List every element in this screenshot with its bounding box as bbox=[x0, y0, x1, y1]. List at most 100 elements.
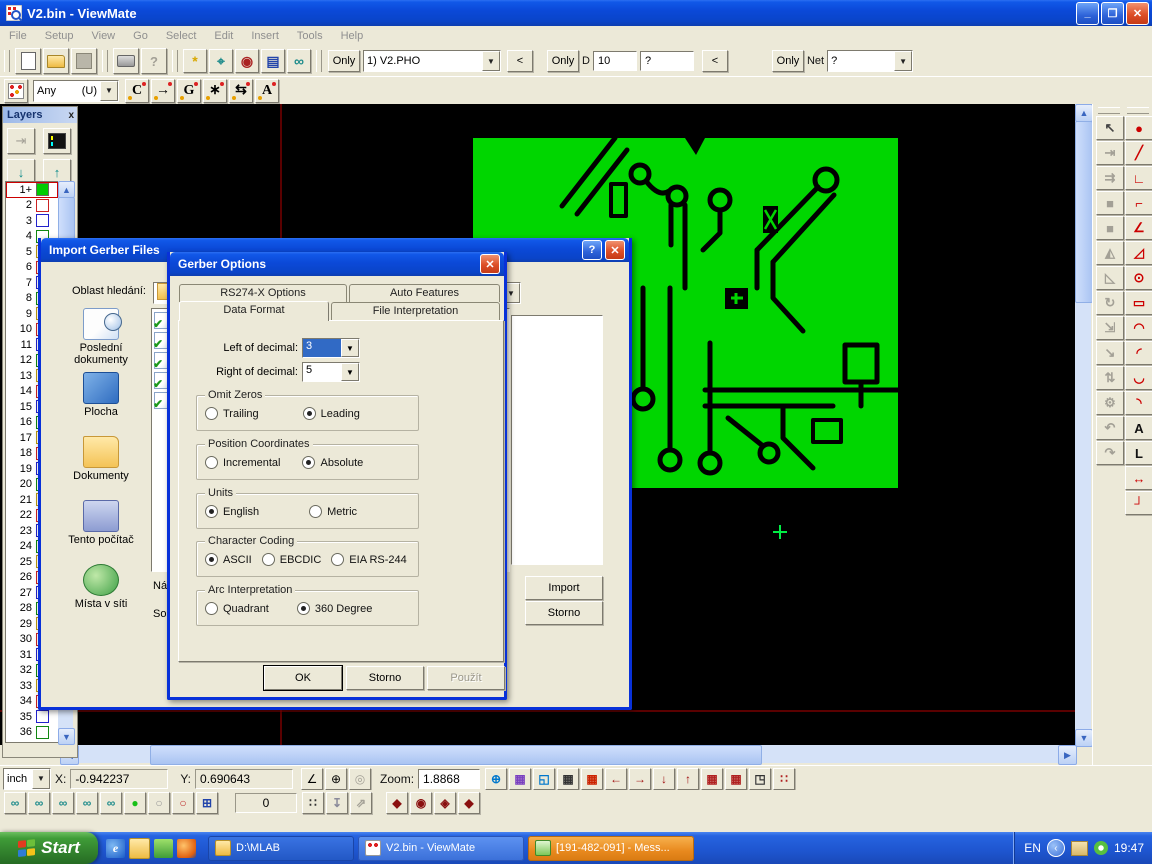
grid-red-icon[interactable]: ▦ bbox=[581, 768, 603, 790]
layer-row[interactable]: 3 bbox=[6, 213, 58, 229]
grid-move-icon[interactable]: ▦ bbox=[725, 768, 747, 790]
pattern-dot-icon[interactable]: ◉ bbox=[410, 792, 432, 814]
dialog-titlebar[interactable]: Gerber Options ✕ bbox=[170, 252, 504, 276]
draw-arc-cw-tool[interactable]: ◡ bbox=[1125, 366, 1152, 390]
draw-arc-ccw-tool[interactable]: ◜ bbox=[1125, 341, 1152, 365]
only-net-button[interactable]: Only bbox=[772, 50, 804, 72]
zoom-input[interactable]: 1.8868 bbox=[418, 769, 480, 789]
place-recent-documents[interactable]: Poslední dokumenty bbox=[55, 308, 147, 366]
close-button[interactable]: ✕ bbox=[1126, 2, 1149, 25]
save-file-button[interactable] bbox=[71, 48, 97, 74]
pan-down-icon[interactable]: ↓ bbox=[653, 768, 675, 790]
dcode-search-input[interactable]: ? bbox=[640, 51, 694, 71]
draw-arc-tool[interactable]: ◠ bbox=[1125, 316, 1152, 340]
hide-tray-icons-icon[interactable]: ‹ bbox=[1047, 839, 1065, 857]
layer-insert-button[interactable]: ⇥ bbox=[7, 128, 35, 154]
canvas-vscrollbar[interactable]: ▲ ▼ bbox=[1075, 104, 1091, 745]
stretch-icon[interactable]: ⇗ bbox=[350, 792, 372, 814]
close-icon[interactable]: ✕ bbox=[480, 254, 500, 274]
copy-items-tool[interactable]: ⇉ bbox=[1096, 166, 1124, 190]
taskbar-task-folder[interactable]: D:\MLAB bbox=[208, 836, 354, 861]
radio-option[interactable]: Metric bbox=[309, 505, 357, 518]
chevron-down-icon[interactable]: ▼ bbox=[341, 339, 359, 357]
select-arrow-tool[interactable]: ↖ bbox=[1096, 116, 1124, 140]
layer-color-swatch[interactable] bbox=[36, 726, 49, 739]
layer-color-swatch[interactable] bbox=[36, 710, 49, 723]
menu-item[interactable]: Tools bbox=[288, 28, 332, 44]
right-of-decimal-combobox[interactable]: 5 ▼ bbox=[302, 362, 360, 382]
net-combobox[interactable]: ?▼ bbox=[827, 50, 913, 72]
close-icon[interactable]: x bbox=[68, 110, 74, 121]
radio-icon[interactable] bbox=[205, 505, 218, 518]
radio-icon[interactable] bbox=[205, 456, 218, 469]
restore-button[interactable]: ❐ bbox=[1101, 2, 1124, 25]
place-network[interactable]: Místa v síti bbox=[55, 564, 147, 610]
radio-icon[interactable] bbox=[205, 407, 218, 420]
view-button[interactable]: ▤ bbox=[261, 49, 285, 73]
highlight-g-button[interactable]: G bbox=[177, 79, 201, 103]
layer-row[interactable]: 35 bbox=[6, 709, 58, 725]
layers-panel-titlebar[interactable]: Layers x bbox=[3, 107, 77, 123]
import-button[interactable]: Import bbox=[525, 576, 603, 600]
view-button[interactable]: ⌖ bbox=[209, 49, 233, 73]
language-indicator[interactable]: EN bbox=[1024, 841, 1041, 855]
place-documents[interactable]: Dokumenty bbox=[55, 436, 147, 482]
shear-tool[interactable]: ◺ bbox=[1096, 266, 1124, 290]
bend-tool[interactable]: ┘ bbox=[1125, 491, 1152, 515]
dot-matrix-icon[interactable]: ∷ bbox=[302, 792, 324, 814]
taskbar-task-message[interactable]: [191-482-091] - Mess... bbox=[528, 836, 694, 861]
new-file-button[interactable] bbox=[15, 48, 41, 74]
menu-item[interactable]: Help bbox=[332, 28, 373, 44]
highlight-swap-button[interactable]: ⇆ bbox=[229, 79, 253, 103]
menu-item[interactable]: Edit bbox=[205, 28, 242, 44]
highlight-off-icon[interactable]: ○ bbox=[148, 792, 170, 814]
radio-icon[interactable] bbox=[302, 456, 315, 469]
folder-quicklaunch-icon[interactable] bbox=[129, 838, 150, 859]
filled-rect-tool[interactable]: ■ bbox=[1096, 191, 1124, 215]
zoom-window-icon[interactable]: ◱ bbox=[533, 768, 555, 790]
scroll-up-icon[interactable]: ▲ bbox=[1075, 104, 1093, 122]
width-tool[interactable]: ↔ bbox=[1125, 466, 1152, 490]
chevron-down-icon[interactable]: ▼ bbox=[32, 769, 50, 789]
cancel-button[interactable]: Storno bbox=[346, 666, 424, 690]
draw-polyline-tool[interactable]: ∟ bbox=[1125, 166, 1152, 190]
pan-right-icon[interactable]: → bbox=[629, 768, 651, 790]
radio-icon[interactable] bbox=[205, 602, 218, 615]
mirror-tool[interactable]: ◭ bbox=[1096, 241, 1124, 265]
pan-left-icon[interactable]: ← bbox=[605, 768, 627, 790]
angle-measure-button[interactable]: ∠ bbox=[301, 768, 323, 790]
chevron-down-icon[interactable]: ▼ bbox=[482, 51, 500, 71]
step-repeat-tool[interactable]: ⇅ bbox=[1096, 366, 1124, 390]
apply-button[interactable]: Použít bbox=[427, 666, 505, 690]
start-button[interactable]: Start bbox=[0, 832, 98, 864]
radio-option[interactable]: ASCII bbox=[205, 553, 252, 566]
layer-color-swatch[interactable] bbox=[36, 199, 49, 212]
scale-tool[interactable]: ⇲ bbox=[1096, 316, 1124, 340]
undo-tool[interactable]: ↶ bbox=[1096, 416, 1124, 440]
layer-combobox[interactable]: 1) V2.PHO▼ bbox=[363, 50, 501, 72]
select-window-icon[interactable]: ◳ bbox=[749, 768, 771, 790]
menu-item[interactable]: View bbox=[82, 28, 124, 44]
layer-color-swatch[interactable] bbox=[36, 183, 49, 196]
chevron-down-icon[interactable]: ▼ bbox=[894, 51, 912, 71]
view-option-icon-5[interactable]: ∞ bbox=[100, 792, 122, 814]
draw-arc-point-tool[interactable]: ◝ bbox=[1125, 391, 1152, 415]
tab-auto-features[interactable]: Auto Features bbox=[349, 284, 500, 302]
grid-square-icon[interactable]: ▦ bbox=[701, 768, 723, 790]
highlight-arrow-button[interactable]: → bbox=[151, 79, 175, 103]
rotate-tool[interactable]: ↻ bbox=[1096, 291, 1124, 315]
radio-option[interactable]: EBCDIC bbox=[262, 553, 322, 566]
scroll-down-icon[interactable]: ▼ bbox=[58, 728, 75, 745]
tray-notes-icon[interactable] bbox=[1071, 841, 1088, 856]
highlight-a-button[interactable]: A bbox=[255, 79, 279, 103]
context-help-button[interactable]: ? bbox=[141, 48, 167, 74]
transfer-item-tool[interactable]: ⇥ bbox=[1096, 141, 1124, 165]
scrollbar-thumb[interactable] bbox=[1075, 121, 1093, 303]
pick-tool[interactable]: ↷ bbox=[1096, 441, 1124, 465]
left-of-decimal-combobox[interactable]: 3 ▼ bbox=[302, 338, 360, 358]
previous-dcode-button[interactable]: < bbox=[702, 50, 728, 72]
layer-color-swatch[interactable] bbox=[36, 214, 49, 227]
menu-item[interactable]: Go bbox=[124, 28, 157, 44]
draw-corner-tool[interactable]: ⌐ bbox=[1125, 191, 1152, 215]
menu-item[interactable]: Insert bbox=[242, 28, 288, 44]
